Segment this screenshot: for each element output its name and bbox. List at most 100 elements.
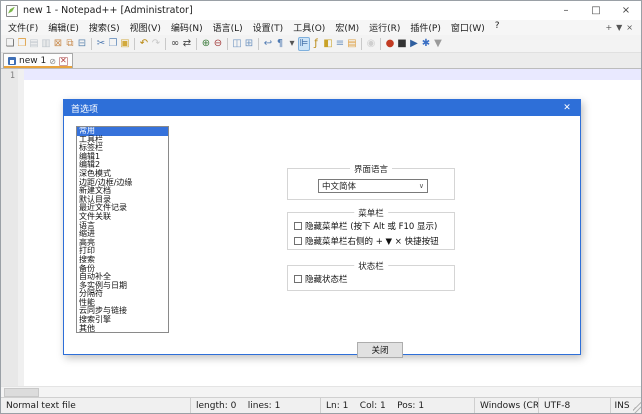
run-macro-multiple-icon[interactable]: ✱ [420,37,432,51]
saved-state-icon [8,57,16,65]
horizontal-scrollbar-thumb[interactable] [4,388,39,397]
cut-icon[interactable]: ✂ [95,37,107,51]
menu-item-0[interactable]: 文件(F) [3,20,43,35]
dialog-body: 常用工具栏标签栏编辑1编辑2深色模式边距/边框/边缘新建文档默认目录最近文件记录… [64,116,580,354]
tab-label: new 1 [19,56,46,66]
hide-menu-shortcut-buttons-checkbox-row[interactable]: 隐藏菜单栏右侧的 + ▼ × 快捷按钮 [288,233,454,248]
localization-select[interactable]: 中文简体 ∨ [318,179,428,193]
resize-grip[interactable] [633,398,641,413]
toolbar-separator [134,38,135,50]
hide-menu-bar-checkbox[interactable] [294,222,302,230]
close-tab-button[interactable]: × [626,23,633,32]
menu-item-3[interactable]: 视图(V) [125,20,166,35]
show-all-characters-dropdown-icon[interactable]: ▾ [286,37,298,51]
dialog-close-button[interactable]: 关闭 [357,342,403,358]
record-macro-icon[interactable]: ● [384,37,396,51]
stop-macro-icon[interactable]: ■ [396,37,408,51]
line-number: 1 [1,71,15,81]
menu-item-9[interactable]: 运行(R) [364,20,405,35]
dialog-title-bar[interactable]: 首选项 ✕ [64,100,580,116]
menu-item-2[interactable]: 搜索(S) [84,20,125,35]
menu-item-1[interactable]: 编辑(E) [43,20,84,35]
save-icon[interactable]: ▤ [28,37,40,51]
close-file-icon[interactable]: ⊠ [52,37,64,51]
open-file-icon[interactable]: ❒ [16,37,28,51]
function-list-icon[interactable]: ƒ [310,37,322,51]
status-cursor-position: Ln: 1 Col: 1 Pos: 1 [321,398,475,413]
status-bar-group: 状态栏 隐藏状态栏 [287,265,455,291]
menu-item-12[interactable]: ? [490,20,505,35]
tab-list-dropdown-button[interactable]: ▼ [616,23,622,32]
minimize-button[interactable]: – [551,1,581,20]
interface-language-group: 界面语言 中文简体 ∨ [287,168,455,200]
title-bar: new 1 - Notepad++ [Administrator] – □ × [1,1,641,20]
dialog-title: 首选项 [71,102,98,115]
monitoring-icon[interactable]: ◉ [365,37,377,51]
hide-status-bar-label: 隐藏状态栏 [305,273,348,285]
horizontal-scrollbar[interactable] [1,386,641,397]
folder-as-workspace-icon[interactable]: ▤ [346,37,358,51]
maximize-button[interactable]: □ [581,1,611,20]
status-eol-format[interactable]: Windows (CR LF) [475,398,539,413]
toolbar-separator [196,38,197,50]
preferences-category-item[interactable]: 其他 [77,325,168,333]
copy-icon[interactable]: ❐ [107,37,119,51]
menu-item-6[interactable]: 设置(T) [248,20,289,35]
status-typing-mode[interactable]: INS [611,398,633,413]
close-all-icon[interactable]: ⧉ [64,37,76,51]
close-window-button[interactable]: × [611,1,641,20]
zoom-out-icon[interactable]: ⊖ [212,37,224,51]
menu-item-7[interactable]: 工具(O) [288,20,330,35]
word-wrap-icon[interactable]: ↩ [262,37,274,51]
status-bar: Normal text file length: 0 lines: 1 Ln: … [1,397,641,413]
tab-new-1[interactable]: new 1 ⊘ ✕ [3,53,73,68]
toolbar: ❏❒▤▥⊠⧉⊟✂❐▣↶↷∞⇄⊕⊖◫⊞↩¶▾⊫ƒ◧≡▤◉●■▶✱▼ [1,35,641,53]
clone-view-icon[interactable]: ⊞ [243,37,255,51]
document-list-icon[interactable]: ≡ [334,37,346,51]
menu-bar: 文件(F)编辑(E)搜索(S)视图(V)编码(N)语言(L)设置(T)工具(O)… [1,20,641,35]
split-view-icon[interactable]: ◫ [231,37,243,51]
print-icon[interactable]: ⊟ [76,37,88,51]
save-macro-icon[interactable]: ▼ [432,37,444,51]
document-map-icon[interactable]: ◧ [322,37,334,51]
undo-icon[interactable]: ↶ [138,37,150,51]
redo-icon[interactable]: ↷ [150,37,162,51]
dialog-close-icon[interactable]: ✕ [554,100,580,116]
menu-item-8[interactable]: 宏(M) [330,20,364,35]
menu-item-4[interactable]: 编码(N) [166,20,208,35]
hide-menu-shortcut-buttons-label: 隐藏菜单栏右侧的 + ▼ × 快捷按钮 [305,235,439,247]
show-all-characters-icon[interactable]: ¶ [274,37,286,51]
menu-item-5[interactable]: 语言(L) [208,20,248,35]
play-macro-icon[interactable]: ▶ [408,37,420,51]
status-bar-group-label: 状态栏 [354,260,388,272]
menu-item-11[interactable]: 窗口(W) [446,20,490,35]
toolbar-separator [227,38,228,50]
find-icon[interactable]: ∞ [169,37,181,51]
close-tab-icon[interactable]: ✕ [59,57,68,66]
pin-tab-icon[interactable]: ⊘ [49,57,56,66]
save-all-icon[interactable]: ▥ [40,37,52,51]
line-number-margin: 1 [1,69,18,386]
hide-status-bar-checkbox-row[interactable]: 隐藏状态栏 [288,271,454,286]
indent-guide-icon[interactable]: ⊫ [298,37,310,51]
replace-icon[interactable]: ⇄ [181,37,193,51]
paste-icon[interactable]: ▣ [119,37,131,51]
status-length-info: length: 0 lines: 1 [191,398,321,413]
preferences-dialog: 首选项 ✕ 常用工具栏标签栏编辑1编辑2深色模式边距/边框/边缘新建文档默认目录… [63,99,581,355]
hide-status-bar-checkbox[interactable] [294,275,302,283]
active-tab-indicator [4,66,72,68]
new-file-icon[interactable]: ❏ [4,37,16,51]
new-tab-button[interactable]: + [605,23,612,32]
menu-item-10[interactable]: 插件(P) [405,20,445,35]
hide-menu-bar-checkbox-row[interactable]: 隐藏菜单栏 (按下 Alt 或 F10 显示) [288,218,454,233]
menu-bar-group: 菜单栏 隐藏菜单栏 (按下 Alt 或 F10 显示) 隐藏菜单栏右侧的 + ▼… [287,212,455,250]
notepad-plus-plus-icon [6,5,18,17]
status-encoding[interactable]: UTF-8 [539,398,611,413]
zoom-in-icon[interactable]: ⊕ [200,37,212,51]
menu-bar-group-label: 菜单栏 [354,207,388,219]
tab-shortcut-buttons: + ▼ × [605,23,639,32]
toolbar-separator [91,38,92,50]
toolbar-separator [258,38,259,50]
tab-bar: new 1 ⊘ ✕ [1,53,641,69]
hide-menu-shortcut-buttons-checkbox[interactable] [294,237,302,245]
